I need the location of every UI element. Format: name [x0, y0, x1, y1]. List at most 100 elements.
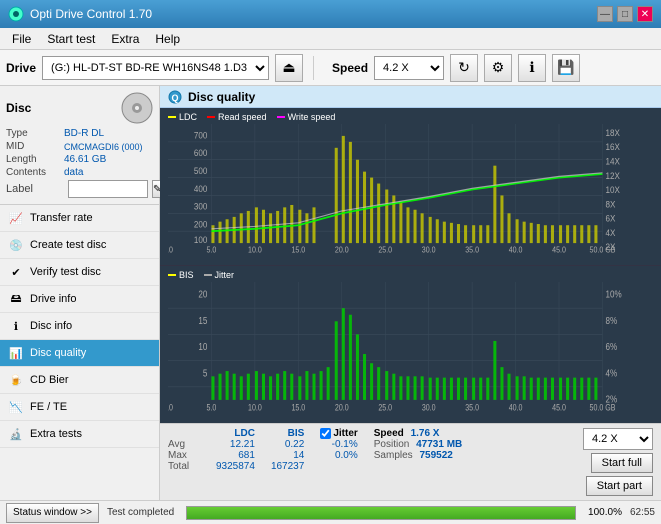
action-panel: 4.2 X Start full Start part	[583, 428, 653, 496]
menu-start-test[interactable]: Start test	[39, 30, 103, 48]
menu-extra[interactable]: Extra	[103, 30, 147, 48]
stats-row-max: Max 681 14 0.0% Samples 759522	[168, 450, 470, 461]
transfer-rate-icon: 📈	[8, 210, 24, 226]
svg-text:5: 5	[203, 367, 207, 378]
app-icon	[8, 6, 24, 22]
disc-mid-row: MID CMCMAGDI6 (000)	[6, 141, 153, 152]
create-test-disc-icon: 💿	[8, 237, 24, 253]
charts-area: LDC Read speed Write speed	[160, 108, 661, 423]
speed-select[interactable]: 4.2 X	[374, 56, 444, 80]
refresh-button[interactable]: ↻	[450, 54, 478, 82]
svg-text:10: 10	[198, 341, 207, 352]
legend-jitter: Jitter	[204, 270, 235, 280]
info-button[interactable]: ℹ	[518, 54, 546, 82]
disc-quality-icon: 📊	[8, 345, 24, 361]
maximize-button[interactable]: □	[617, 6, 633, 22]
chart2-legend: BIS Jitter	[168, 270, 653, 280]
svg-text:16X: 16X	[606, 142, 620, 153]
legend-write: Write speed	[277, 112, 336, 122]
sidebar-item-fe-te[interactable]: 📉 FE / TE	[0, 394, 159, 421]
settings-button[interactable]: ⚙	[484, 54, 512, 82]
jitter-checkbox[interactable]	[320, 428, 331, 439]
svg-text:10%: 10%	[606, 289, 622, 300]
menu-file[interactable]: File	[4, 30, 39, 48]
cd-bier-icon: 🍺	[8, 372, 24, 388]
quality-icon: Q	[168, 90, 182, 104]
col-bis: BIS	[263, 428, 312, 439]
stats-area: LDC BIS Jitter Speed 1.76 X	[160, 423, 661, 500]
stats-row-total: Total 9325874 167237	[168, 461, 470, 472]
start-full-button[interactable]: Start full	[591, 453, 653, 473]
svg-text:600: 600	[194, 148, 208, 159]
svg-text:10X: 10X	[606, 184, 620, 195]
max-label: Max	[168, 450, 208, 461]
elapsed-time: 62:55	[630, 507, 655, 518]
svg-text:4X: 4X	[606, 227, 616, 238]
avg-position-label: Position 47731 MB	[366, 439, 471, 450]
disc-label-row: Label ✎	[6, 180, 153, 198]
sidebar-item-create-test-disc[interactable]: 💿 Create test disc	[0, 232, 159, 259]
sidebar-item-transfer-rate[interactable]: 📈 Transfer rate	[0, 205, 159, 232]
col-jitter-header: Jitter	[312, 428, 365, 439]
svg-text:25.0: 25.0	[378, 245, 392, 255]
total-empty	[366, 461, 471, 472]
write-dot	[277, 116, 285, 118]
svg-text:100: 100	[194, 234, 208, 245]
extra-tests-icon: 🔬	[8, 426, 24, 442]
svg-text:4%: 4%	[606, 367, 618, 378]
quality-title: Disc quality	[188, 90, 255, 104]
svg-text:40.0: 40.0	[509, 403, 523, 413]
save-button[interactable]: 💾	[552, 54, 580, 82]
sidebar-item-cd-bier[interactable]: 🍺 CD Bier	[0, 367, 159, 394]
verify-test-disc-icon: ✔	[8, 264, 24, 280]
menu-help[interactable]: Help	[147, 30, 188, 48]
svg-text:45.0: 45.0	[552, 245, 566, 255]
svg-text:0.0: 0.0	[168, 245, 173, 255]
svg-text:35.0: 35.0	[465, 245, 479, 255]
svg-text:15.0: 15.0	[291, 245, 305, 255]
svg-text:500: 500	[194, 165, 208, 176]
label-input[interactable]	[68, 180, 148, 198]
svg-text:12X: 12X	[606, 170, 620, 181]
sidebar-item-drive-info[interactable]: 🖴 Drive info	[0, 286, 159, 313]
chart-bis: BIS Jitter	[160, 266, 661, 423]
sidebar-item-disc-info[interactable]: ℹ Disc info	[0, 313, 159, 340]
disc-length-row: Length 46.61 GB	[6, 154, 153, 165]
quality-panel-header: Q Disc quality	[160, 86, 661, 108]
progress-percent: 100.0%	[588, 507, 622, 518]
svg-text:50.0 GB: 50.0 GB	[590, 403, 616, 413]
status-text: Test completed	[107, 507, 174, 518]
max-ldc: 681	[208, 450, 263, 461]
svg-text:5.0: 5.0	[207, 403, 217, 413]
toolbar: Drive (G:) HL-DT-ST BD-RE WH16NS48 1.D3 …	[0, 50, 661, 86]
eject-button[interactable]: ⏏	[275, 54, 303, 82]
stats-row-avg: Avg 12.21 0.22 -0.1% Position 47731 MB	[168, 439, 470, 450]
chart1-legend: LDC Read speed Write speed	[168, 112, 653, 122]
sidebar-item-verify-test-disc[interactable]: ✔ Verify test disc	[0, 259, 159, 286]
max-samples-label: Samples 759522	[366, 450, 471, 461]
svg-text:15: 15	[198, 315, 207, 326]
minimize-button[interactable]: —	[597, 6, 613, 22]
svg-text:30.0: 30.0	[422, 403, 436, 413]
speed-label: Speed	[332, 61, 368, 75]
disc-info-icon: ℹ	[8, 318, 24, 334]
svg-text:25.0: 25.0	[378, 403, 392, 413]
status-window-button[interactable]: Status window >>	[6, 503, 99, 523]
progress-bar-container	[186, 506, 576, 520]
legend-ldc: LDC	[168, 112, 197, 122]
titlebar-title: Opti Drive Control 1.70	[8, 6, 152, 22]
svg-text:200: 200	[194, 219, 208, 230]
titlebar: Opti Drive Control 1.70 — □ ✕	[0, 0, 661, 28]
drive-select[interactable]: (G:) HL-DT-ST BD-RE WH16NS48 1.D3	[42, 56, 269, 80]
col-speed-header: Speed 1.76 X	[366, 428, 471, 439]
jitter-dot	[204, 274, 212, 276]
sidebar-item-extra-tests[interactable]: 🔬 Extra tests	[0, 421, 159, 448]
sidebar-item-disc-quality[interactable]: 📊 Disc quality	[0, 340, 159, 367]
action-speed-select[interactable]: 4.2 X	[583, 428, 653, 450]
start-part-button[interactable]: Start part	[586, 476, 653, 496]
close-button[interactable]: ✕	[637, 6, 653, 22]
svg-text:0.0: 0.0	[168, 403, 173, 413]
fe-te-icon: 📉	[8, 399, 24, 415]
stats-table: LDC BIS Jitter Speed 1.76 X	[168, 428, 579, 472]
total-ldc: 9325874	[208, 461, 263, 472]
